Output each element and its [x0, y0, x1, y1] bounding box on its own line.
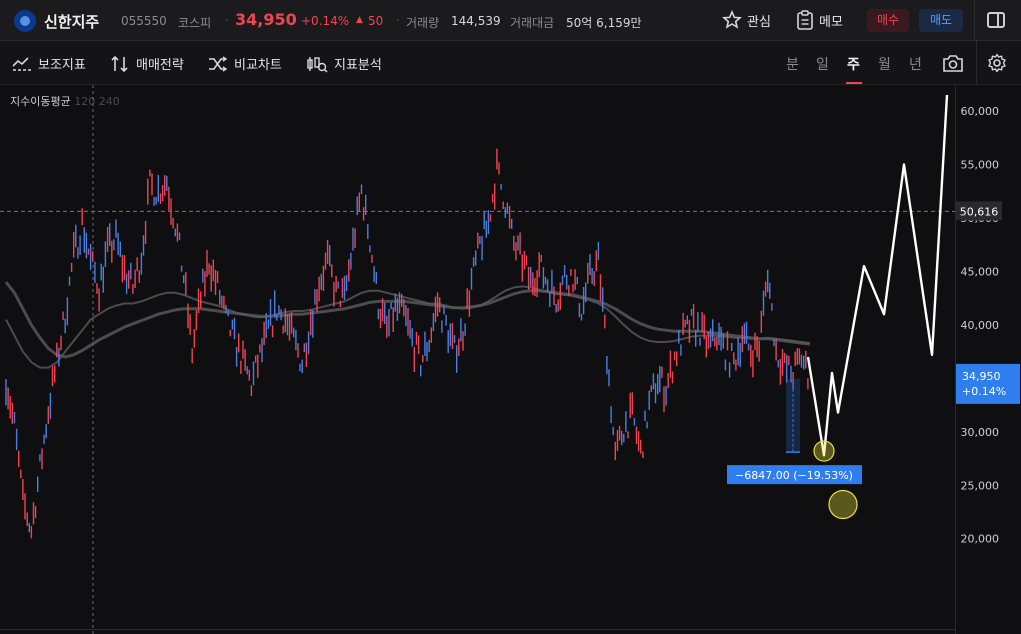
y-tick-label: 40,000	[961, 319, 1000, 332]
side-panel-icon[interactable]	[987, 12, 1005, 28]
period-week[interactable]: 주	[847, 54, 860, 74]
volume-value: 144,539	[451, 14, 501, 28]
change-percent: +0.14%	[301, 14, 350, 28]
measure-label: −6847.00 (−19.53%)	[735, 469, 853, 482]
star-icon	[722, 10, 742, 29]
y-tick-label: 45,000	[961, 265, 1000, 278]
header-divider	[974, 0, 975, 41]
favorite-label: 관심	[747, 14, 771, 30]
y-tick-label: 30,000	[961, 426, 1000, 439]
stock-name: 신한지주	[44, 13, 100, 31]
memo-label: 메모	[819, 14, 843, 30]
current-price: 34,950	[235, 10, 297, 29]
volume-label: 거래량	[406, 16, 440, 30]
tool-label: 지표분석	[334, 58, 382, 73]
indicator-line-icon	[12, 56, 31, 71]
favorite-button[interactable]: 관심	[722, 9, 771, 31]
stock-header: 신한지주 055550 코스피 · 34,950 +0.14% ▲ 50 · 거…	[0, 0, 1021, 41]
price-chart[interactable]: −6847.00 (−19.53%) 60,00055,00050,00045,…	[0, 85, 1021, 634]
tool-label: 보조지표	[38, 58, 86, 73]
y-tick-label: 55,000	[961, 158, 1000, 171]
tool-label: 매매전략	[136, 58, 184, 73]
compare-tool-button[interactable]: 비교차트	[208, 54, 282, 73]
y-tick-label: 60,000	[961, 105, 1000, 118]
period-month[interactable]: 월	[878, 54, 891, 74]
indicator-tool-button[interactable]: 보조지표	[12, 54, 86, 73]
clipboard-icon	[797, 10, 813, 30]
y-tick-label: 20,000	[961, 533, 1000, 546]
up-arrow-icon: ▲	[356, 15, 363, 25]
analysis-tool-button[interactable]: 지표분석	[306, 54, 382, 73]
sort-arrows-icon	[111, 55, 128, 72]
current-change-label: +0.14%	[962, 385, 1006, 398]
stock-code: 055550	[121, 14, 167, 28]
chart-toolbar: 보조지표 매매전략 비교차트 지표분석 분 일 주 월 년	[0, 41, 1021, 85]
period-year[interactable]: 년	[909, 54, 922, 74]
period-minute[interactable]: 분	[786, 54, 799, 74]
settings-gear-icon[interactable]	[987, 53, 1007, 73]
trade-value: 50억 6,159만	[566, 16, 642, 30]
market-label: 코스피	[178, 16, 212, 30]
target-marker	[828, 489, 858, 520]
active-period-underline	[846, 82, 862, 84]
strategy-tool-button[interactable]: 매매전략	[110, 54, 184, 73]
period-day[interactable]: 일	[816, 54, 829, 74]
tool-label: 비교차트	[234, 58, 282, 73]
buy-button[interactable]: 매수	[867, 9, 909, 32]
y-tick-label: 25,000	[961, 479, 1000, 492]
change-amount: 50	[368, 14, 384, 28]
level-badge-label: 50,616	[960, 205, 999, 218]
toolbar-divider	[976, 41, 977, 85]
trade-value-label: 거래대금	[510, 16, 555, 30]
camera-icon[interactable]	[942, 53, 964, 73]
separator-dot: ·	[396, 14, 400, 27]
candlestick-search-icon	[307, 56, 328, 72]
current-price-label: 34,950	[962, 370, 1001, 383]
memo-button[interactable]: 메모	[796, 9, 843, 31]
separator-dot: ·	[225, 14, 229, 27]
target-marker	[813, 440, 835, 462]
shuffle-icon	[209, 55, 228, 72]
projection-line	[806, 94, 949, 457]
company-logo	[14, 10, 36, 32]
sell-button[interactable]: 매도	[919, 9, 963, 32]
